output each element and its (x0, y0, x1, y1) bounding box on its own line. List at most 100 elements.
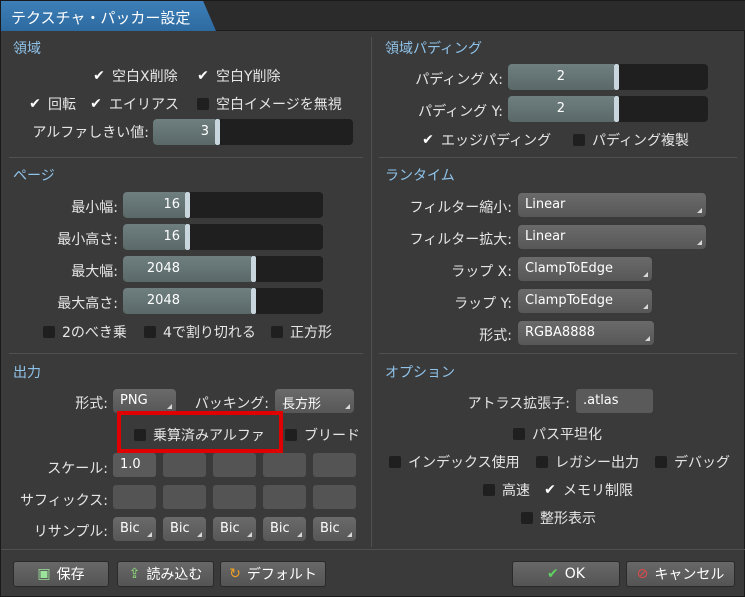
slider-handle[interactable] (614, 96, 619, 122)
checkbox-box (389, 456, 401, 468)
legacy-output-checkbox[interactable]: レガシー出力 (536, 452, 639, 472)
premultiply-alpha-checkbox[interactable]: 乗算済みアルファ (134, 425, 265, 445)
checkbox-label: 空白イメージを無視 (216, 97, 342, 113)
checkbox-label: 回転 (48, 97, 76, 113)
wrap-x-dropdown[interactable]: ClampToEdge (518, 257, 652, 281)
checkbox-label: レガシー出力 (555, 455, 639, 471)
slider-handle[interactable] (215, 119, 220, 145)
divider (379, 157, 737, 158)
save-button[interactable]: ▣ 保存 (13, 561, 109, 587)
resample-dropdown-2[interactable]: Bic (163, 517, 206, 541)
checkbox-label: パディング複製 (592, 133, 690, 149)
filter-min-dropdown[interactable]: Linear (518, 193, 706, 217)
alias-checkbox[interactable]: ✔ エイリアス (90, 94, 179, 114)
max-height-slider[interactable]: 2048 (123, 288, 323, 314)
suffix-field-2[interactable] (163, 485, 206, 509)
min-width-slider[interactable]: 16 (123, 192, 323, 218)
checkmark-icon: ✔ (547, 566, 559, 582)
title-bar[interactable]: テクスチャ・パッカー設定 (1, 1, 745, 31)
resample-dropdown-3[interactable]: Bic (213, 517, 256, 541)
slider-handle[interactable] (185, 192, 190, 218)
alpha-threshold-slider[interactable]: 3 (153, 119, 353, 145)
resample-dropdown-1[interactable]: Bic (113, 517, 156, 541)
strip-whitespace-x-checkbox[interactable]: ✔ 空白X削除 (93, 66, 177, 86)
debug-checkbox[interactable]: デバッグ (655, 452, 730, 472)
duplicate-padding-checkbox[interactable]: パディング複製 (573, 130, 689, 150)
bleed-checkbox[interactable]: ブリード (285, 425, 360, 445)
slider-value: 2048 (146, 293, 180, 308)
load-icon: ⇪ (128, 566, 141, 582)
min-height-slider[interactable]: 16 (123, 224, 323, 250)
ok-button[interactable]: ✔ OK (512, 561, 620, 587)
rotation-checkbox[interactable]: ✔ 回転 (29, 94, 76, 114)
format-dropdown[interactable]: RGBA8888 (518, 321, 654, 345)
checkbox-label: 正方形 (290, 325, 332, 341)
checkbox-label: 空白Y削除 (216, 69, 281, 85)
edge-padding-checkbox[interactable]: ✔ エッジパディング (422, 130, 551, 150)
scale-field-4[interactable] (263, 453, 306, 477)
slider-handle[interactable] (614, 64, 619, 90)
slider-handle[interactable] (251, 256, 256, 282)
padding-y-label: パディング Y: (418, 104, 503, 120)
checkbox-label: インデックス使用 (408, 455, 520, 471)
checkbox-box (521, 512, 533, 524)
max-width-label: 最大幅: (71, 264, 118, 280)
slider-value: 3 (200, 124, 209, 139)
slider-value: 2 (556, 101, 565, 116)
slider-value: 16 (163, 229, 180, 244)
multiple-of-four-checkbox[interactable]: 4で割り切れる (144, 322, 256, 342)
wrap-y-label: ラップ Y: (454, 296, 512, 312)
suffix-field-3[interactable] (213, 485, 256, 509)
limit-memory-checkbox[interactable]: ✔ メモリ制限 (544, 480, 633, 500)
checkbox-label: メモリ制限 (563, 483, 633, 499)
pretty-print-checkbox[interactable]: 整形表示 (521, 508, 596, 528)
ignore-blank-images-checkbox[interactable]: 空白イメージを無視 (197, 94, 342, 114)
fast-checkbox[interactable]: 高速 (483, 480, 530, 500)
resample-dropdown-4[interactable]: Bic (263, 517, 306, 541)
suffix-field-1[interactable] (113, 485, 156, 509)
load-button[interactable]: ⇪ 読み込む (117, 561, 214, 587)
wrap-y-dropdown[interactable]: ClampToEdge (518, 289, 652, 313)
square-checkbox[interactable]: 正方形 (271, 322, 332, 342)
page-section-title: ページ (13, 168, 55, 184)
padding-x-label: パディング X: (415, 72, 503, 88)
checkbox-label: パス平坦化 (532, 427, 602, 443)
slider-handle[interactable] (251, 288, 256, 314)
atlas-extension-field[interactable]: .atlas (576, 389, 653, 413)
footer-divider (1, 549, 745, 550)
checkbox-label: エッジパディング (441, 133, 552, 149)
resample-dropdown-5[interactable]: Bic (313, 517, 356, 541)
scale-field-1[interactable]: 1.0 (113, 453, 156, 477)
strip-whitespace-y-checkbox[interactable]: ✔ 空白Y削除 (197, 66, 281, 86)
use-indexes-checkbox[interactable]: インデックス使用 (389, 452, 520, 472)
runtime-section-title: ランタイム (385, 168, 455, 184)
max-width-slider[interactable]: 2048 (123, 256, 323, 282)
padding-x-slider[interactable]: 2 (508, 64, 708, 90)
suffix-field-4[interactable] (263, 485, 306, 509)
suffix-field-5[interactable] (313, 485, 356, 509)
checkbox-label: 整形表示 (540, 511, 596, 527)
cancel-button[interactable]: ⊘ キャンセル (626, 561, 735, 587)
output-format-dropdown[interactable]: PNG (113, 389, 176, 413)
atlas-extension-label: アトラス拡張子: (467, 396, 570, 412)
scale-field-2[interactable] (163, 453, 206, 477)
power-of-two-checkbox[interactable]: 2のべき乗 (43, 322, 127, 342)
flatten-paths-checkbox[interactable]: パス平坦化 (513, 424, 602, 444)
min-height-label: 最小高さ: (57, 232, 118, 248)
region-section-title: 領域 (13, 41, 41, 57)
scale-field-5[interactable] (313, 453, 356, 477)
filter-mag-dropdown[interactable]: Linear (518, 225, 706, 249)
slider-value: 16 (163, 197, 180, 212)
checkbox-label: デバッグ (674, 455, 730, 471)
divider (9, 157, 363, 158)
slider-handle[interactable] (185, 224, 190, 250)
checkmark-icon: ✔ (422, 132, 434, 148)
checkbox-label: エイリアス (109, 97, 179, 113)
window-title: テクスチャ・パッカー設定 (1, 1, 216, 31)
padding-y-slider[interactable]: 2 (508, 96, 708, 122)
packing-dropdown[interactable]: 長方形 (275, 389, 354, 413)
checkmark-icon: ✔ (197, 68, 209, 84)
scale-field-3[interactable] (213, 453, 256, 477)
default-button[interactable]: ↻ デフォルト (220, 561, 326, 587)
format-label: 形式: (479, 328, 512, 344)
